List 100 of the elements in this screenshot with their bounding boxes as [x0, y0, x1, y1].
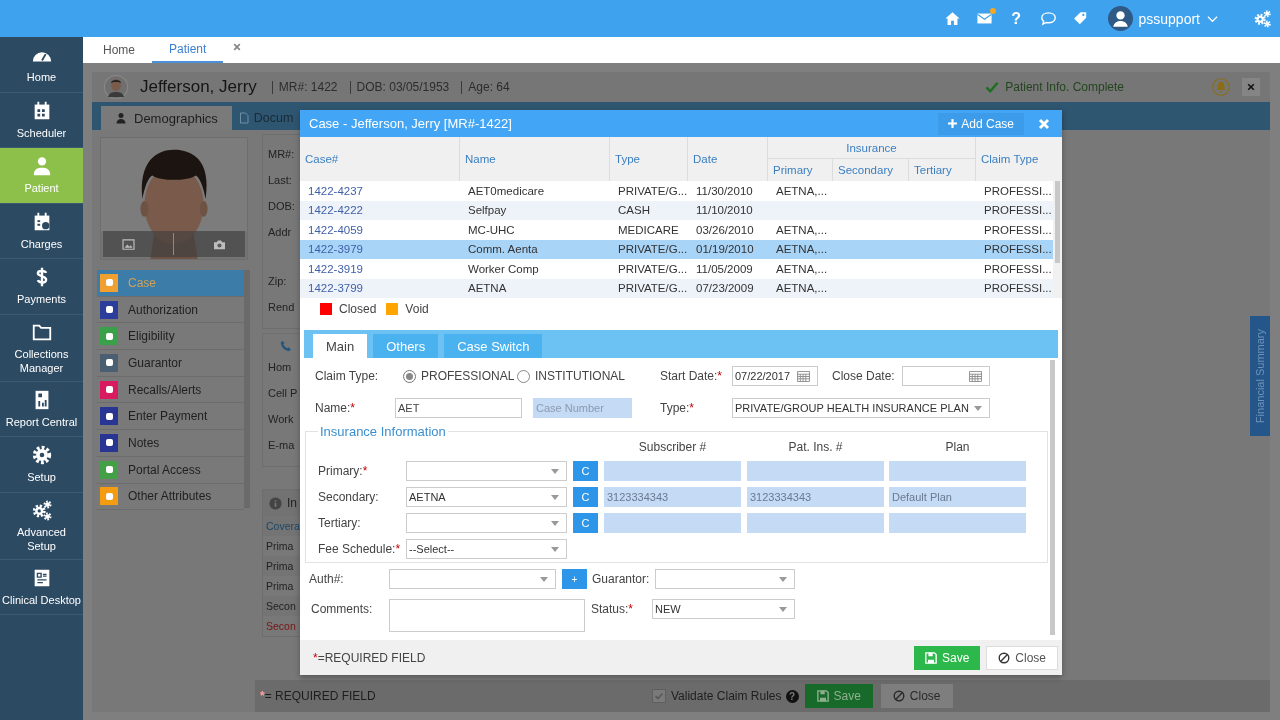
- close-button[interactable]: Close: [986, 645, 1058, 670]
- checkbox[interactable]: [652, 689, 666, 703]
- patient-insurance-field[interactable]: [747, 513, 884, 533]
- document-icon: [237, 112, 250, 124]
- add-button[interactable]: +: [562, 569, 587, 589]
- field-label: Rend: [268, 300, 296, 315]
- plan-field[interactable]: Default Plan: [889, 487, 1026, 507]
- field-label: Last:: [268, 173, 293, 188]
- table-cell: PROFESSI...: [984, 282, 1052, 295]
- table-row[interactable]: 1422-3919 Worker Comp PRIVATE/G... 11/05/2009 AETNA,... PROFESSI...: [300, 259, 1053, 279]
- table-cell: PROFESSI...: [984, 223, 1052, 236]
- sidebar-item[interactable]: Patient: [0, 148, 83, 204]
- tab[interactable]: Home: [103, 37, 152, 63]
- comments-field[interactable]: [389, 599, 585, 632]
- plan-field[interactable]: [889, 513, 1026, 533]
- table-row[interactable]: 1422-4059 MC-UHC MEDICARE 03/26/2010 AETNA,... PROFESSI...: [300, 220, 1053, 240]
- radio-button[interactable]: PROFESSIONAL: [403, 369, 517, 383]
- patient-insurance-field[interactable]: [747, 461, 884, 481]
- section-title: In: [287, 496, 297, 510]
- dropdown[interactable]: --Select--: [406, 539, 567, 559]
- plan-field[interactable]: [889, 461, 1026, 481]
- dropdown[interactable]: NEW: [652, 599, 795, 619]
- dropdown[interactable]: [406, 513, 567, 533]
- dropdown[interactable]: AETNA: [406, 487, 567, 507]
- status-text: Patient Info. Complete: [1005, 80, 1124, 94]
- table-row[interactable]: 1422-4237 AET0medicare PRIVATE/G... 11/30/2010 AETNA,... PROFESSI...: [300, 181, 1053, 201]
- table-row[interactable]: 1422-3979 Comm. Aenta PRIVATE/G... 01/19/2010 AETNA,... PROFESSI...: [300, 239, 1053, 259]
- caret-icon: [540, 576, 548, 582]
- caret-icon: [779, 576, 787, 582]
- user-avatar-icon[interactable]: [1107, 6, 1133, 31]
- image-icon[interactable]: [122, 238, 136, 250]
- field-label: Comments:: [311, 601, 374, 618]
- date-field[interactable]: 07/22/2017: [732, 366, 818, 386]
- case-number-field[interactable]: Case Number: [533, 398, 632, 418]
- tab[interactable]: Others: [373, 334, 439, 358]
- field-label: Fee Schedule:*: [318, 542, 402, 556]
- user-name[interactable]: pssupport: [1138, 10, 1200, 27]
- dropdown[interactable]: [389, 569, 556, 589]
- case-link[interactable]: 1422-4059: [308, 223, 363, 236]
- help-icon[interactable]: ?: [1007, 9, 1025, 28]
- close-button[interactable]: [1242, 78, 1260, 96]
- case-link[interactable]: 1422-4222: [308, 204, 363, 217]
- table-cell: AET0medicare: [468, 184, 545, 197]
- subscriber-field[interactable]: [604, 461, 741, 481]
- clear-button[interactable]: C: [573, 513, 598, 533]
- settings-icon[interactable]: [1253, 9, 1272, 28]
- case-link[interactable]: 1422-3799: [308, 282, 363, 295]
- table-row[interactable]: 1422-4222 Selfpay CASH 11/10/2010 PROFESSI...: [300, 200, 1053, 220]
- dropdown[interactable]: PRIVATE/GROUP HEALTH INSURANCE PLAN: [732, 398, 990, 418]
- dropdown[interactable]: [655, 569, 795, 589]
- subscriber-field[interactable]: [604, 513, 741, 533]
- date-field[interactable]: [902, 366, 990, 386]
- case-link[interactable]: 1422-3919: [308, 262, 363, 275]
- table-cell: PRIVATE/G...: [618, 243, 688, 256]
- case-link[interactable]: 1422-3979: [308, 243, 363, 256]
- chevron-down-icon[interactable]: [1207, 14, 1218, 23]
- chat-icon[interactable]: [1039, 10, 1057, 27]
- field-label: E-ma: [268, 438, 296, 453]
- gears-icon: [30, 498, 53, 521]
- plus-icon: [948, 119, 958, 128]
- table-cell: AETNA: [468, 282, 507, 295]
- tab[interactable]: Case Switch: [444, 334, 543, 358]
- caret-icon: [551, 494, 559, 500]
- column-header: Insurance: [768, 137, 976, 159]
- add-case-button[interactable]: Add Case: [938, 112, 1024, 135]
- side-tab[interactable]: Financial Summary: [1250, 316, 1270, 436]
- save-button[interactable]: Save: [804, 684, 873, 708]
- patient-insurance-field[interactable]: 3123334343: [747, 487, 884, 507]
- field-label: Status:*: [591, 601, 635, 618]
- tab[interactable]: Main: [313, 334, 368, 358]
- name-field[interactable]: AET: [395, 398, 522, 418]
- field-label: Tertiary:: [318, 516, 362, 530]
- clear-button[interactable]: C: [573, 461, 598, 481]
- radio-button[interactable]: INSTITUTIONAL: [517, 369, 660, 383]
- tag-icon[interactable]: [1071, 10, 1089, 27]
- table-cell: AETNA,...: [776, 243, 828, 256]
- caret-icon: [974, 405, 982, 411]
- subscriber-field[interactable]: 3123334343: [604, 487, 741, 507]
- close-icon[interactable]: [233, 43, 242, 51]
- save-button[interactable]: Save: [913, 645, 981, 670]
- check-icon: [985, 81, 1000, 93]
- camera-icon[interactable]: [212, 238, 226, 250]
- scrollbar[interactable]: [1053, 181, 1062, 298]
- checkbox-label: Validate Claim Rules: [671, 689, 782, 703]
- field-label: Addr: [268, 225, 293, 240]
- column-header[interactable]: Claim Type: [976, 137, 1062, 181]
- case-link[interactable]: 1422-4237: [308, 184, 363, 197]
- help-icon[interactable]: ?: [785, 689, 799, 703]
- caret-icon: [551, 546, 559, 552]
- clear-button[interactable]: C: [573, 487, 598, 507]
- table-row[interactable]: 1422-3799 AETNA PRIVATE/G... 07/23/2009 AETNA,... PROFESSI...: [300, 278, 1053, 298]
- tab[interactable]: Demographics: [101, 106, 232, 130]
- floppy-icon: [816, 690, 829, 702]
- calendar-icon[interactable]: [969, 370, 982, 382]
- calendar-icon[interactable]: [797, 370, 810, 382]
- scrollbar[interactable]: [1050, 360, 1055, 635]
- close-button[interactable]: Close: [880, 684, 953, 708]
- home-icon[interactable]: [943, 10, 961, 27]
- dropdown[interactable]: [406, 461, 567, 481]
- dialog-title: Case - Jefferson, Jerry [MR#-1422]: [309, 116, 512, 131]
